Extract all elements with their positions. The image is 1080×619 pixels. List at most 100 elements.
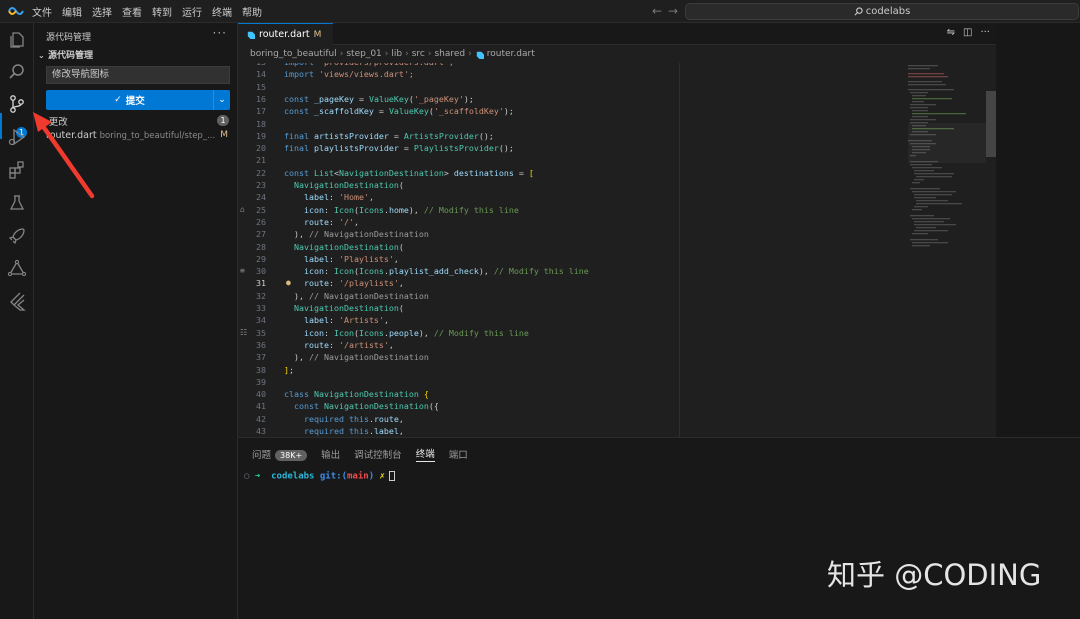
- code-line[interactable]: 21: [238, 154, 908, 166]
- commit-dropdown-button[interactable]: ⌄: [213, 90, 230, 110]
- editor-ruler: [679, 63, 680, 437]
- code-line[interactable]: 39: [238, 376, 908, 388]
- code-line[interactable]: 28 NavigationDestination(: [238, 241, 908, 253]
- search-icon[interactable]: [7, 62, 27, 82]
- breadcrumb-item[interactable]: lib: [391, 49, 402, 59]
- code-line[interactable]: 27 ), // NavigationDestination: [238, 228, 908, 240]
- code-line[interactable]: 34 label: 'Artists',: [238, 314, 908, 326]
- menu-selection[interactable]: 选择: [92, 4, 112, 19]
- code-line[interactable]: 17 const _scaffoldKey = ValueKey('_scaffo…: [238, 105, 908, 117]
- title-bar: 文件 编辑 选择 查看 转到 运行 终端 帮助 ←→ codelabs: [0, 0, 1080, 23]
- menu-help[interactable]: 帮助: [242, 4, 262, 19]
- code-line[interactable]: 43 required this.label,: [238, 425, 908, 437]
- changes-count-badge: 1: [217, 115, 229, 126]
- menu-view[interactable]: 查看: [122, 4, 142, 19]
- explorer-files-icon[interactable]: [7, 30, 27, 50]
- code-line[interactable]: 33 NavigationDestination(: [238, 302, 908, 314]
- tab-ports[interactable]: 端口: [449, 447, 468, 461]
- code-text: import 'views/views.dart';: [284, 69, 414, 80]
- line-number: 30: [256, 266, 266, 277]
- tab-output[interactable]: 输出: [321, 447, 340, 461]
- code-line[interactable]: 29 label: 'Playlists',: [238, 253, 908, 265]
- menu-edit[interactable]: 编辑: [62, 4, 82, 19]
- line-number: 33: [256, 303, 266, 313]
- breadcrumb-item[interactable]: boring_to_beautiful: [250, 49, 337, 59]
- menu-run[interactable]: 运行: [182, 4, 202, 19]
- line-number: 21: [256, 155, 266, 166]
- run-debug-icon[interactable]: [7, 127, 27, 147]
- code-line[interactable]: ⌂ 25 icon: Icon(Icons.home), // Modify th…: [238, 204, 908, 216]
- open-changes-icon[interactable]: ⇋: [947, 27, 955, 38]
- split-editor-icon[interactable]: ◫: [963, 27, 972, 38]
- code-line[interactable]: 42 required this.route,: [238, 413, 908, 425]
- flutter-icon[interactable]: [7, 291, 27, 311]
- code-line[interactable]: ☷ 35 icon: Icon(Icons.people), // Modify …: [238, 327, 908, 339]
- code-line[interactable]: 20 final playlistsProvider = PlaylistsPro…: [238, 142, 908, 154]
- nav-back-forward-icon[interactable]: ←→: [652, 4, 684, 18]
- tab-router-dart[interactable]: router.dart M: [238, 23, 333, 45]
- code-line[interactable]: 19 final artistsProvider = ArtistsProvide…: [238, 130, 908, 142]
- code-line[interactable]: 24 label: 'Home',: [238, 191, 908, 203]
- code-line[interactable]: 22 const List<NavigationDestination> dest…: [238, 167, 908, 179]
- code-editor[interactable]: 13import 'providers/providers.dart';14im…: [238, 63, 908, 437]
- code-line[interactable]: 32 ), // NavigationDestination: [238, 290, 908, 302]
- code-line[interactable]: 14 import 'views/views.dart';: [238, 68, 908, 80]
- line-number: 36: [256, 339, 266, 350]
- extensions-icon[interactable]: [7, 160, 27, 180]
- code-line[interactable]: 40 class NavigationDestination {: [238, 388, 908, 400]
- tab-problems[interactable]: 问题 38K+: [252, 447, 308, 461]
- tab-modified-status: M: [313, 29, 322, 40]
- remote-rocket-icon[interactable]: [7, 226, 27, 246]
- code-text: required this.label,: [303, 426, 404, 436]
- code-text: NavigationDestination(: [294, 303, 404, 313]
- code-line[interactable]: 38];: [238, 364, 908, 376]
- editor-scrollbar-thumb[interactable]: [986, 91, 996, 157]
- code-line[interactable]: 26 route: '/',: [238, 216, 908, 228]
- watermark: 知乎 @CODING: [827, 558, 1042, 592]
- dart-file-icon: [476, 51, 484, 59]
- terminal-branch: main: [347, 471, 369, 482]
- line-number: 20: [256, 143, 266, 154]
- code-line[interactable]: 23 NavigationDestination(: [238, 179, 908, 191]
- code-text: class NavigationDestination {: [284, 389, 429, 400]
- editor-tab-bar: router.dart M ⇋ ◫ ···: [238, 23, 996, 45]
- code-line[interactable]: 16 const _pageKey = ValueKey('_pageKey');: [238, 93, 908, 105]
- menu-terminal[interactable]: 终端: [212, 4, 232, 19]
- tab-terminal[interactable]: 终端: [415, 446, 435, 462]
- code-line[interactable]: 36 route: '/artists',: [238, 339, 908, 351]
- scm-section-header[interactable]: ⌄ 源代码管理: [38, 48, 93, 61]
- code-line[interactable]: ≡ 30 icon: Icon(Icons.playlist_add_check)…: [238, 265, 908, 277]
- tab-debug-console[interactable]: 调试控制台: [354, 447, 402, 461]
- code-line[interactable]: 37 ), // NavigationDestination: [238, 351, 908, 363]
- breadcrumb-item[interactable]: router.dart: [487, 49, 535, 59]
- more-actions-icon[interactable]: ···: [213, 26, 227, 40]
- breadcrumb-item[interactable]: step_01: [346, 49, 381, 59]
- code-line[interactable]: 18: [238, 118, 908, 130]
- scm-section-label: 源代码管理: [48, 51, 94, 61]
- menu-go[interactable]: 转到: [152, 4, 172, 19]
- commit-button[interactable]: ✓ 提交: [46, 90, 213, 110]
- breadcrumb-item[interactable]: shared: [434, 49, 465, 59]
- code-line[interactable]: 41 const NavigationDestination({: [238, 400, 908, 412]
- active-indicator: [0, 113, 2, 139]
- command-center[interactable]: codelabs: [685, 3, 1079, 20]
- more-actions-icon[interactable]: ···: [980, 27, 990, 38]
- tab-label: router.dart: [259, 29, 310, 40]
- testing-flask-icon[interactable]: [7, 193, 27, 213]
- problems-count-badge: 38K+: [275, 450, 308, 461]
- breadcrumb-item[interactable]: src: [412, 49, 425, 59]
- terminal-prompt[interactable]: ○ ➜ codelabs git:(main) ✗: [244, 471, 395, 482]
- gitlens-icon[interactable]: [7, 259, 27, 279]
- code-text: ];: [284, 364, 294, 375]
- code-line[interactable]: 15: [238, 81, 908, 93]
- source-control-icon[interactable]: [7, 94, 27, 114]
- code-line[interactable]: 31 ● route: '/playlists',: [238, 277, 908, 289]
- commit-message-input[interactable]: 修改导航图标: [46, 66, 230, 84]
- editor-actions: ⇋ ◫ ···: [947, 27, 990, 38]
- line-number: 22: [256, 167, 266, 178]
- search-icon: [854, 7, 863, 16]
- line-number: 43: [256, 426, 266, 436]
- menu-file[interactable]: 文件: [32, 4, 52, 19]
- code-text: final playlistsProvider = PlaylistsProvi…: [284, 143, 514, 154]
- minimap[interactable]: [908, 63, 986, 263]
